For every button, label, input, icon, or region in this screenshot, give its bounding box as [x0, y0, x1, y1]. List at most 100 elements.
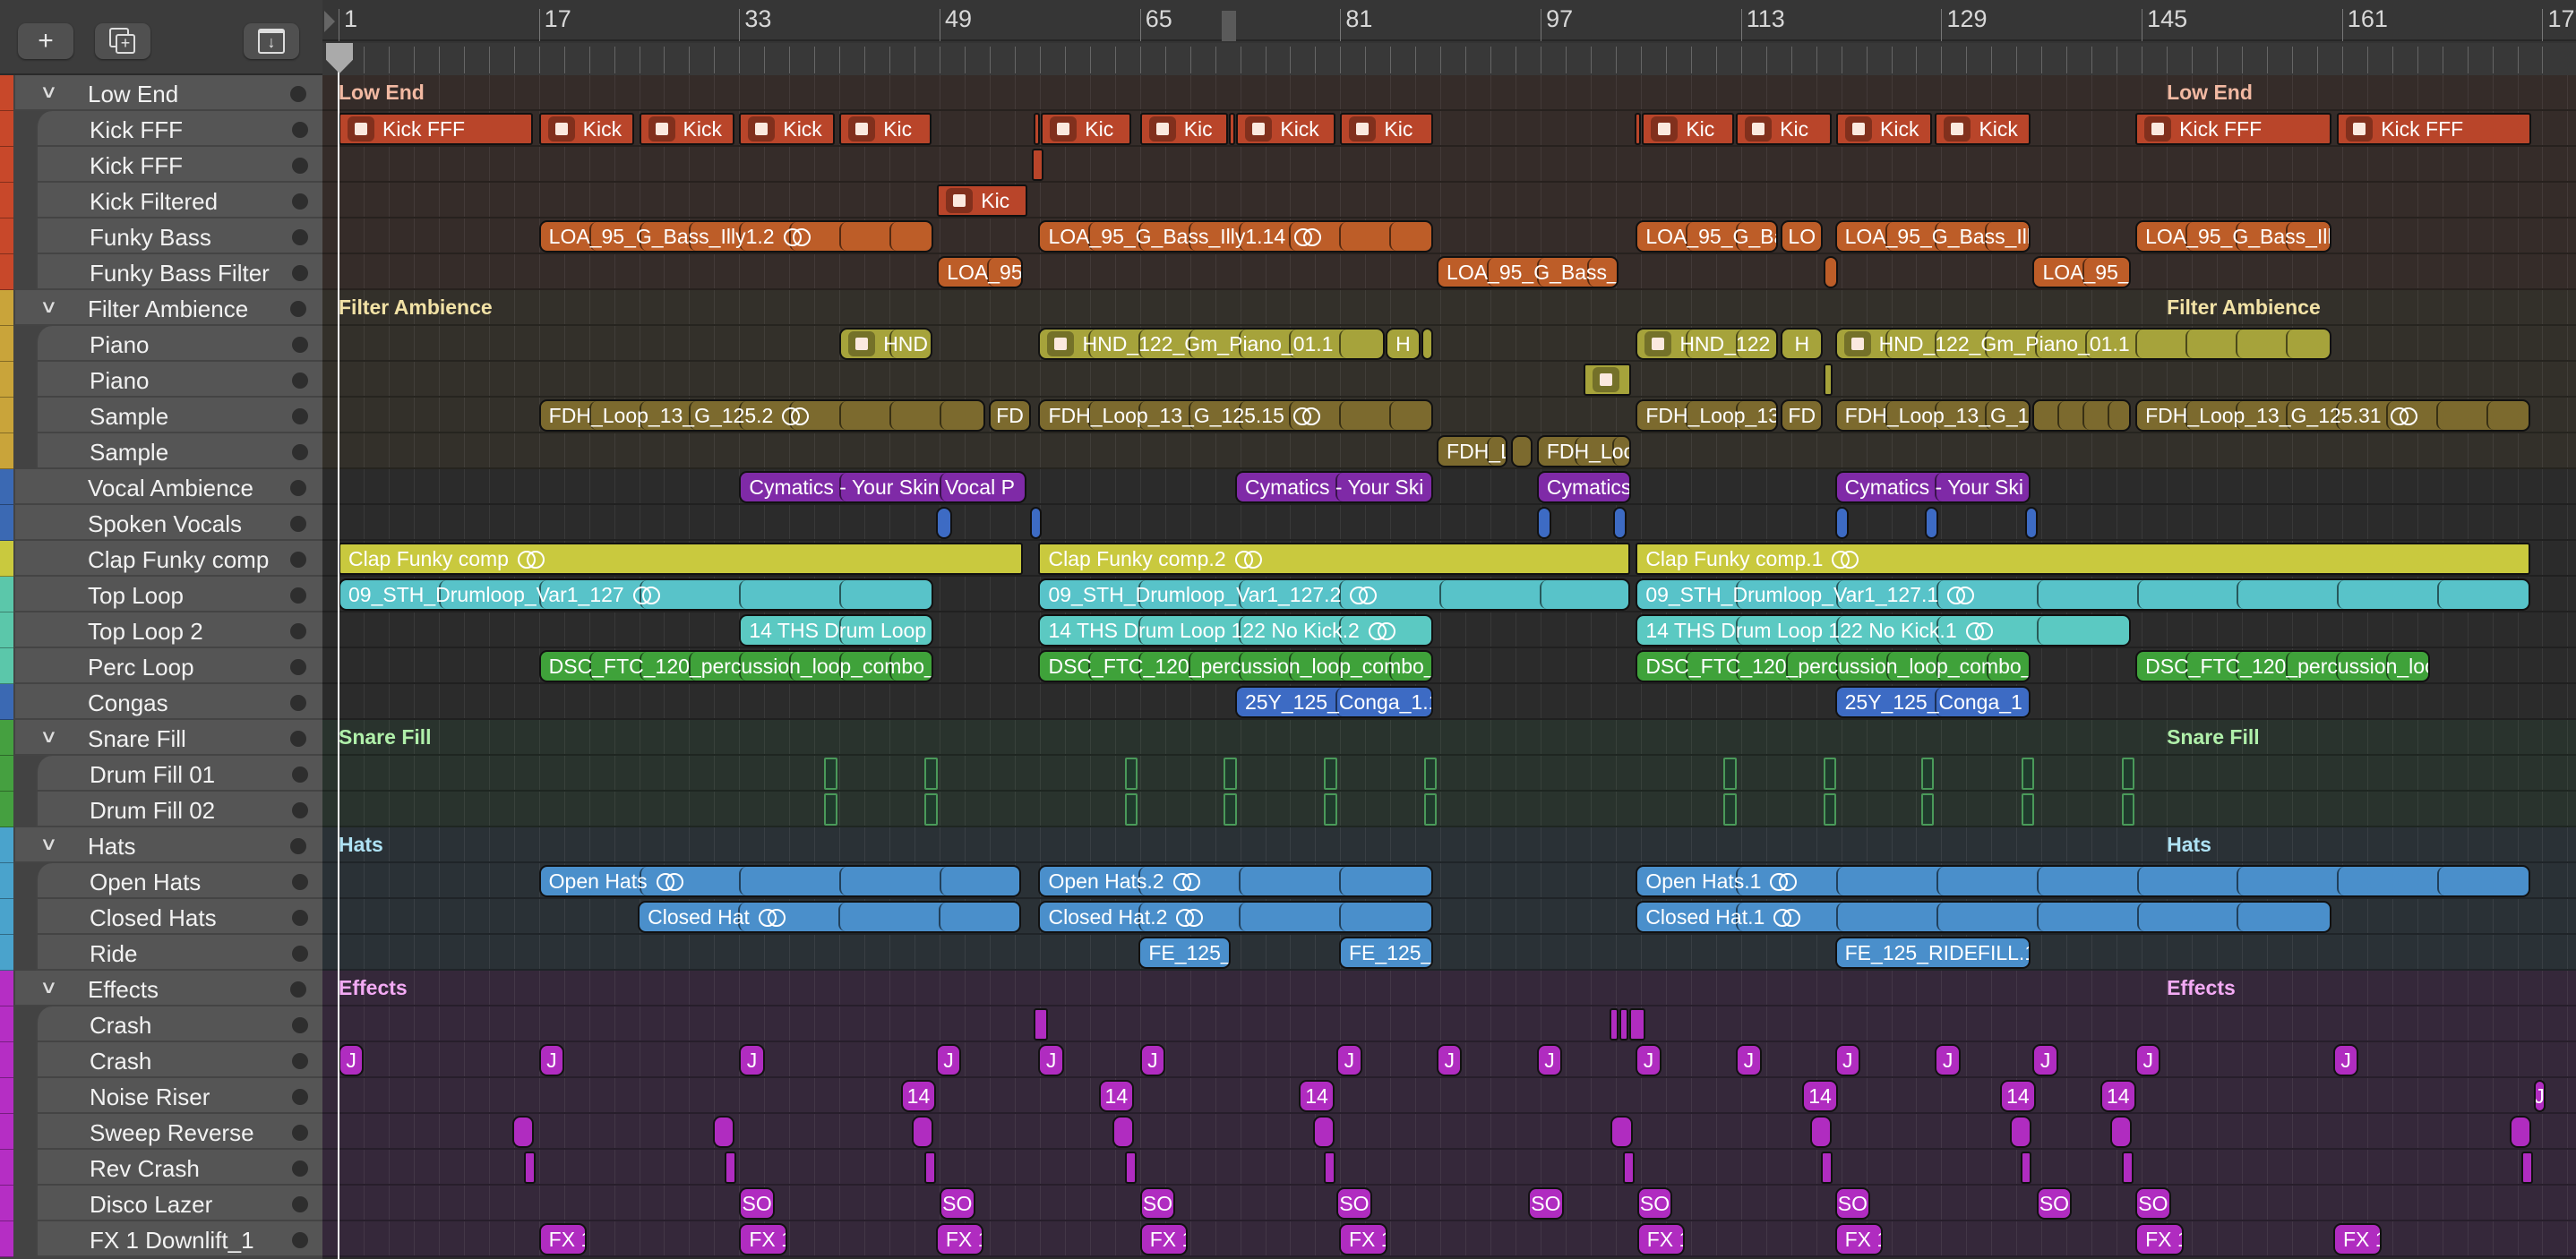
region[interactable]: DSC_FTC_120_percussion_loop_combo_: [1038, 650, 1434, 682]
track-lane[interactable]: [322, 147, 2576, 183]
track-header-body[interactable]: Spoken Vocals: [15, 505, 322, 541]
track-header-body[interactable]: Kick FFF: [36, 111, 322, 147]
region[interactable]: [713, 1116, 735, 1148]
track-header[interactable]: Kick Filtered: [0, 183, 322, 218]
track-header[interactable]: Top Loop 2: [0, 612, 322, 648]
record-enable-dot[interactable]: [290, 695, 306, 711]
playhead-line[interactable]: [338, 50, 339, 1259]
region[interactable]: J: [1336, 1044, 1362, 1076]
track-lane[interactable]: HND HND_122_Gm_Piano_01.1 H HND_122 H HND_122…: [322, 326, 2576, 362]
region[interactable]: Kick: [1236, 113, 1336, 145]
region[interactable]: [1312, 1116, 1335, 1148]
record-enable-dot[interactable]: [292, 229, 308, 245]
track-header-body[interactable]: Piano: [36, 326, 322, 362]
region[interactable]: LOA_95_G_Bass_Illy1.14: [1038, 220, 1434, 253]
record-enable-dot[interactable]: [292, 337, 308, 353]
track-header-body[interactable]: Sample: [36, 433, 322, 469]
region[interactable]: FD: [988, 399, 1032, 432]
download-button[interactable]: ↓: [244, 23, 299, 59]
track-lane[interactable]: FE_125_ FE_125_ FE_125_RIDEFILL.1: [322, 935, 2576, 971]
record-enable-dot[interactable]: [292, 444, 308, 460]
track-lane[interactable]: [322, 362, 2576, 398]
record-enable-dot[interactable]: [292, 408, 308, 424]
region[interactable]: [1583, 364, 1632, 396]
region[interactable]: FDH_Loop_13_G_12: [1834, 399, 2031, 432]
track-header[interactable]: Crash: [0, 1042, 322, 1078]
record-enable-dot[interactable]: [290, 86, 306, 102]
record-enable-dot[interactable]: [292, 767, 308, 783]
region[interactable]: Open Hats.1: [1636, 865, 2530, 897]
region[interactable]: [1723, 758, 1737, 790]
region[interactable]: [912, 1116, 934, 1148]
track-lane[interactable]: [322, 1006, 2576, 1042]
record-enable-dot[interactable]: [290, 981, 306, 998]
region[interactable]: [2121, 758, 2135, 790]
region[interactable]: FDH_Loop_13_G_125.31: [2135, 399, 2530, 432]
region[interactable]: [1610, 1116, 1633, 1148]
track-header-body[interactable]: ∨ Hats: [15, 827, 322, 863]
record-enable-dot[interactable]: [290, 623, 306, 639]
region[interactable]: [1536, 507, 1551, 539]
region[interactable]: 25Y_125_Conga_1.1: [1234, 686, 1434, 718]
region[interactable]: Clap Funky comp: [339, 543, 1023, 575]
region[interactable]: Kick: [1836, 113, 1932, 145]
ruler-bar-numbers[interactable]: 1173349658197113129145161177: [322, 0, 2576, 41]
region[interactable]: SO: [2135, 1187, 2171, 1220]
region[interactable]: J: [1834, 1044, 1860, 1076]
track-header-body[interactable]: Noise Riser: [36, 1078, 322, 1114]
region[interactable]: [1834, 507, 1850, 539]
region[interactable]: [1324, 758, 1337, 790]
record-enable-dot[interactable]: [292, 1232, 308, 1248]
record-enable-dot[interactable]: [292, 1089, 308, 1105]
track-lane[interactable]: LOA_95 LOA_95_G_Bass_I LOA_95_: [322, 254, 2576, 290]
region[interactable]: [1613, 507, 1627, 539]
track-header-body[interactable]: Rev Crash: [36, 1150, 322, 1186]
region[interactable]: LOA_95_G_Bass_Ill: [2135, 220, 2331, 253]
track-lane[interactable]: Low End Low End: [322, 75, 2576, 111]
region[interactable]: SO: [1834, 1187, 1871, 1220]
region[interactable]: FX 1: [1139, 1223, 1189, 1255]
region[interactable]: Kic: [937, 184, 1028, 217]
region[interactable]: [2121, 1152, 2134, 1184]
track-header[interactable]: Noise Riser: [0, 1078, 322, 1114]
record-enable-dot[interactable]: [290, 838, 306, 854]
region[interactable]: FX 1: [2333, 1223, 2382, 1255]
region[interactable]: Closed Hat.1: [1636, 901, 2331, 933]
region[interactable]: [523, 1152, 536, 1184]
region[interactable]: [1032, 149, 1044, 181]
track-header-body[interactable]: Perc Loop: [15, 648, 322, 684]
track-lane[interactable]: FDH_L FDH_Loo: [322, 433, 2576, 469]
region[interactable]: SO: [1139, 1187, 1176, 1220]
region[interactable]: Cymatics - Your Ski: [1234, 471, 1434, 503]
region[interactable]: J: [1935, 1044, 1961, 1076]
region[interactable]: LOA_95: [937, 256, 1023, 288]
track-header-body[interactable]: ∨ Low End: [15, 75, 322, 111]
disclosure-chevron-icon[interactable]: ∨: [39, 976, 57, 998]
region[interactable]: J: [2333, 1044, 2359, 1076]
track-header[interactable]: Drum Fill 02: [0, 792, 322, 827]
region[interactable]: J: [538, 1044, 565, 1076]
region[interactable]: [1224, 793, 1237, 826]
region[interactable]: 14 THS Drum Loop 122 No Kick.2: [1038, 614, 1434, 647]
track-header[interactable]: Funky Bass Filter: [0, 254, 322, 290]
track-lane[interactable]: Hats Hats: [322, 827, 2576, 863]
folder-track-header[interactable]: ∨ Effects: [0, 971, 322, 1006]
track-header-body[interactable]: Open Hats: [36, 863, 322, 899]
region[interactable]: DSC_FTC_120_percussion_loo: [2135, 650, 2431, 682]
region[interactable]: Clap Funky comp.1: [1636, 543, 2530, 575]
region[interactable]: 09_STH_Drumloop_Var1_127: [339, 578, 934, 611]
region[interactable]: [2010, 1116, 2032, 1148]
track-lane[interactable]: DSC_FTC_120_percussion_loop_combo_ DSC_FT…: [322, 648, 2576, 684]
region[interactable]: [724, 1152, 736, 1184]
region[interactable]: Kick FFF: [2135, 113, 2331, 145]
region[interactable]: 14: [2000, 1080, 2036, 1112]
region[interactable]: [1228, 113, 1236, 145]
track-header[interactable]: Sample: [0, 433, 322, 469]
region[interactable]: [1921, 758, 1935, 790]
track-header[interactable]: Congas: [0, 684, 322, 720]
region[interactable]: 14 THS Drum Loop 122 No Kick.1: [1636, 614, 2131, 647]
record-enable-dot[interactable]: [292, 122, 308, 138]
track-header[interactable]: Sweep Reverse: [0, 1114, 322, 1150]
region[interactable]: FX 1: [538, 1223, 588, 1255]
region[interactable]: [1112, 1116, 1135, 1148]
